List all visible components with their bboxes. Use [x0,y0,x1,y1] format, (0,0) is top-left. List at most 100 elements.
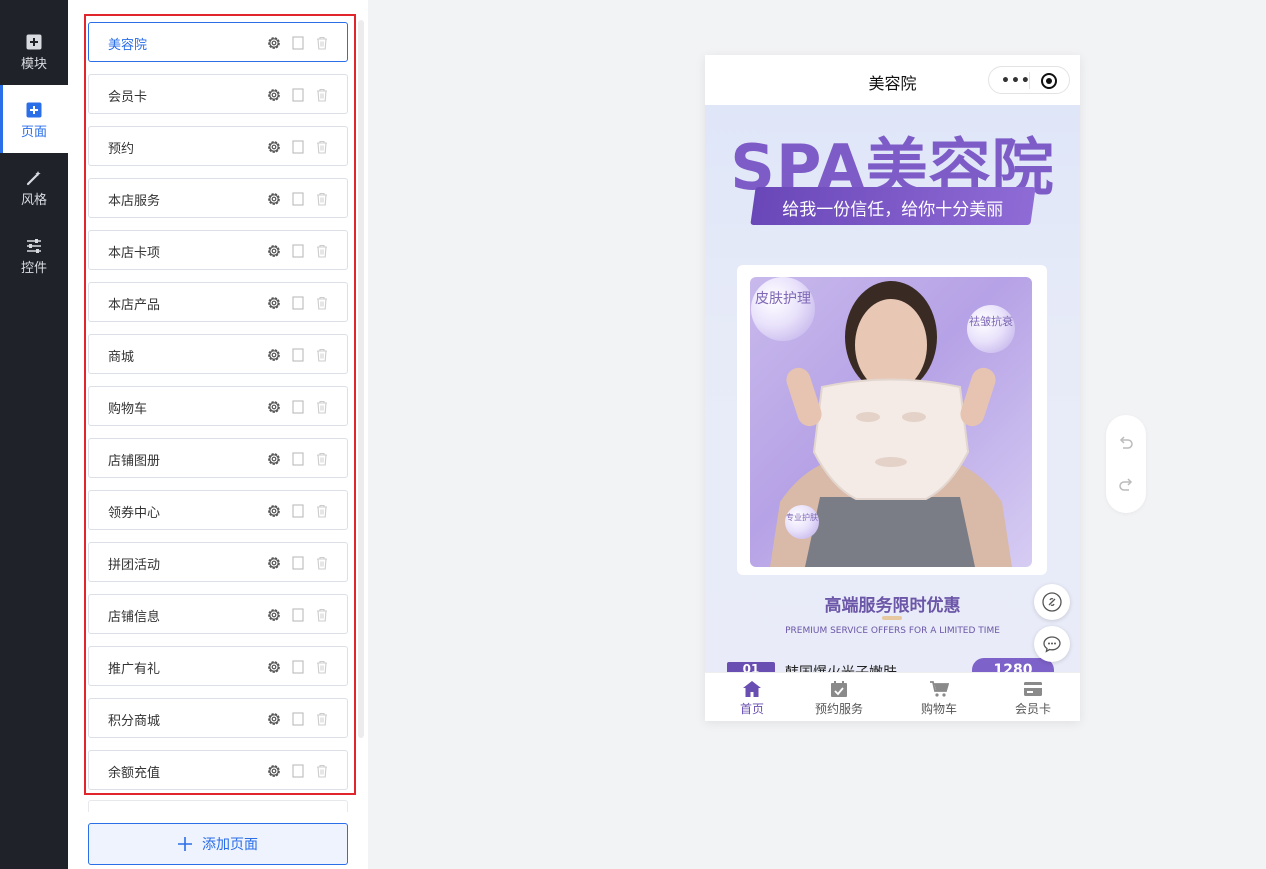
page-item[interactable]: 余额充值 [88,750,348,790]
page-item[interactable]: 会员卡 [88,74,348,114]
more-icon[interactable]: ••• [1001,73,1031,89]
delete-icon[interactable] [314,295,330,311]
settings-icon[interactable] [266,451,282,467]
page-item[interactable]: 美容院 [88,22,348,62]
panel-scrollbar[interactable] [358,20,364,738]
settings-icon[interactable] [266,139,282,155]
delete-icon[interactable] [314,607,330,623]
copy-icon[interactable] [290,503,306,519]
page-item[interactable]: 店铺信息 [88,594,348,634]
page-item-actions [266,243,330,259]
page-item-actions [266,659,330,675]
page-item-label: 本店服务 [108,194,161,209]
delete-icon[interactable] [314,139,330,155]
sliders-icon [27,239,41,253]
phone-preview: 美容院 ••• SPA美容院 给我一份信任，给你十分美丽 皮肤护理 祛皱抗衰 专… [705,55,1080,721]
tab-member-card[interactable]: 会员卡 [986,673,1080,721]
copy-icon[interactable] [290,243,306,259]
page-item[interactable]: 店铺图册 [88,438,348,478]
copy-icon[interactable] [290,399,306,415]
calendar-check-icon [831,681,847,697]
copy-icon[interactable] [290,347,306,363]
page-item[interactable]: 本店产品 [88,282,348,322]
bottom-tabbar: 首页 预约服务 购物车 会员卡 [705,672,1080,721]
delete-icon[interactable] [314,87,330,103]
settings-icon[interactable] [266,711,282,727]
delete-icon[interactable] [314,711,330,727]
copy-icon[interactable] [290,555,306,571]
page-item[interactable]: 购物车 [88,386,348,426]
chat-float-button[interactable] [1034,626,1070,662]
page-item[interactable]: 本店卡项 [88,230,348,270]
copy-icon[interactable] [290,451,306,467]
nav-item-widgets[interactable]: 控件 [0,221,68,289]
delete-icon[interactable] [314,243,330,259]
page-item[interactable]: 预约 [88,126,348,166]
nav-label-style: 风格 [20,193,47,208]
copy-icon[interactable] [290,191,306,207]
settings-icon[interactable] [266,659,282,675]
copy-icon[interactable] [290,139,306,155]
copy-icon[interactable] [290,607,306,623]
delete-icon[interactable] [314,191,330,207]
settings-icon[interactable] [266,35,282,51]
page-item-label: 推广有礼 [108,662,161,677]
page-item-label: 拼团活动 [108,558,161,573]
delete-icon[interactable] [314,399,330,415]
page-item[interactable]: 推广有礼 [88,646,348,686]
settings-icon[interactable] [266,243,282,259]
nav-item-style[interactable]: 风格 [0,153,68,221]
copy-icon[interactable] [290,659,306,675]
page-item[interactable]: 本店服务 [88,178,348,218]
copy-icon[interactable] [290,295,306,311]
page-item-label: 购物车 [108,402,148,417]
tab-cart-label: 购物车 [920,702,957,716]
hero-banner[interactable]: SPA美容院 给我一份信任，给你十分美丽 皮肤护理 祛皱抗衰 专业护肤 高端服务… [705,105,1080,675]
page-item[interactable]: 拼团活动 [88,542,348,582]
tab-booking[interactable]: 预约服务 [792,673,886,721]
copy-icon[interactable] [290,711,306,727]
link-float-button[interactable] [1034,584,1070,620]
page-item-actions [266,139,330,155]
tab-home[interactable]: 首页 [705,673,799,721]
magic-wand-icon [26,171,41,186]
delete-icon[interactable] [314,451,330,467]
add-page-button[interactable]: 添加页面 [88,823,348,865]
page-item-actions [266,503,330,519]
delete-icon[interactable] [314,35,330,51]
delete-icon[interactable] [314,555,330,571]
close-target-icon[interactable] [1040,72,1058,90]
page-item-label: 商城 [108,350,135,365]
redo-icon[interactable] [1117,476,1135,494]
settings-icon[interactable] [266,607,282,623]
page-item-label: 会员卡 [108,90,148,105]
settings-icon[interactable] [266,763,282,779]
copy-icon[interactable] [290,87,306,103]
settings-icon[interactable] [266,399,282,415]
delete-icon[interactable] [314,763,330,779]
copy-icon[interactable] [290,35,306,51]
undo-icon[interactable] [1117,434,1135,452]
settings-icon[interactable] [266,555,282,571]
delete-icon[interactable] [314,347,330,363]
page-item-label: 本店产品 [108,298,161,313]
page-item-actions [266,347,330,363]
delete-icon[interactable] [314,503,330,519]
page-item[interactable]: 商城 [88,334,348,374]
settings-icon[interactable] [266,191,282,207]
nav-item-modules[interactable]: 模块 [0,17,68,85]
link-icon [1042,592,1062,612]
page-item[interactable]: 积分商城 [88,698,348,738]
tab-cart[interactable]: 购物车 [892,673,986,721]
nav-item-pages[interactable]: 页面 [0,85,68,153]
settings-icon[interactable] [266,295,282,311]
page-item-actions [266,35,330,51]
home-icon [743,681,761,697]
settings-icon[interactable] [266,347,282,363]
settings-icon[interactable] [266,503,282,519]
page-item[interactable]: 领券中心 [88,490,348,530]
settings-icon[interactable] [266,87,282,103]
page-item-label: 美容院 [108,38,148,53]
copy-icon[interactable] [290,763,306,779]
delete-icon[interactable] [314,659,330,675]
